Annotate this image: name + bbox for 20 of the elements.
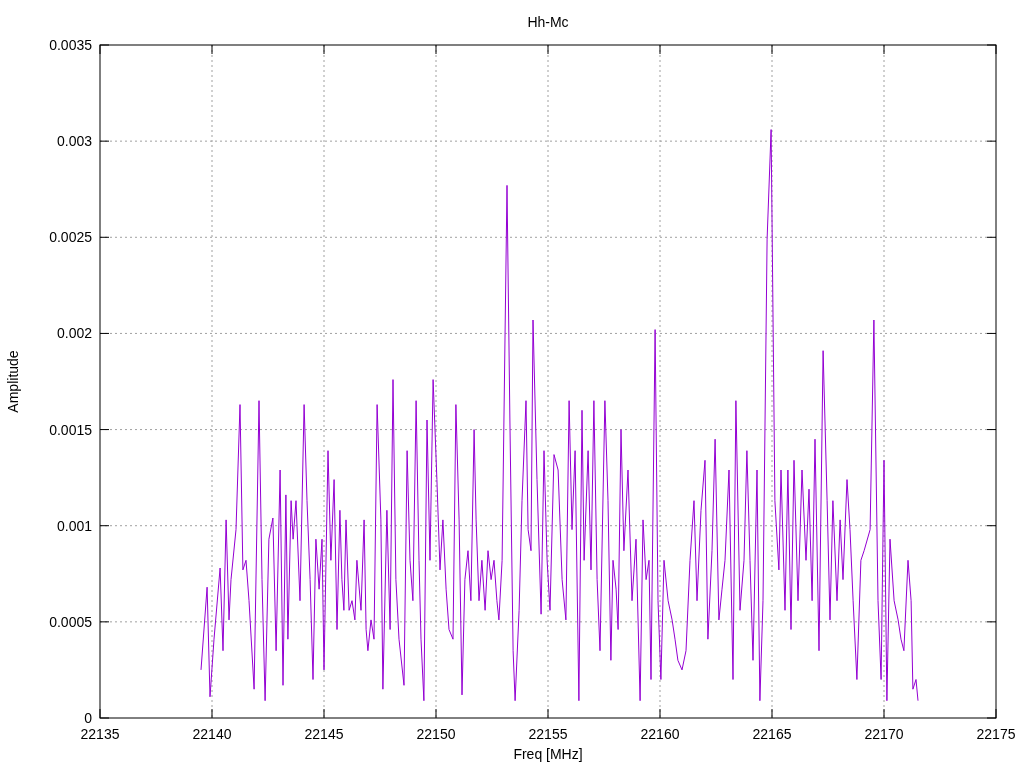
y-axis-label: Amplitude xyxy=(5,350,21,413)
x-tick-label: 22175 xyxy=(976,726,1016,742)
x-tick-label: 22155 xyxy=(528,726,568,742)
y-tick-label: 0.003 xyxy=(56,133,92,150)
x-tick-label: 22150 xyxy=(416,726,456,742)
y-tick-label: 0.0035 xyxy=(49,37,92,53)
y-tick-label: 0.0005 xyxy=(49,613,92,630)
x-tick-label: 22165 xyxy=(752,726,792,742)
y-tick-label: 0.002 xyxy=(56,325,92,342)
x-tick-label: 22140 xyxy=(192,726,232,742)
y-tick-label: 0.001 xyxy=(56,517,92,534)
y-tick-label: 0.0025 xyxy=(49,229,92,246)
chart-title: Hh-Mc xyxy=(527,14,569,30)
x-tick-label: 22160 xyxy=(640,726,680,742)
x-tick-label: 22170 xyxy=(864,726,904,742)
x-axis-label: Freq [MHz] xyxy=(513,746,583,762)
x-tick-label: 22145 xyxy=(304,726,344,742)
y-tick-label: 0.0015 xyxy=(49,421,92,438)
y-tick-label: 0 xyxy=(84,710,92,726)
x-tick-label: 22135 xyxy=(80,726,120,742)
